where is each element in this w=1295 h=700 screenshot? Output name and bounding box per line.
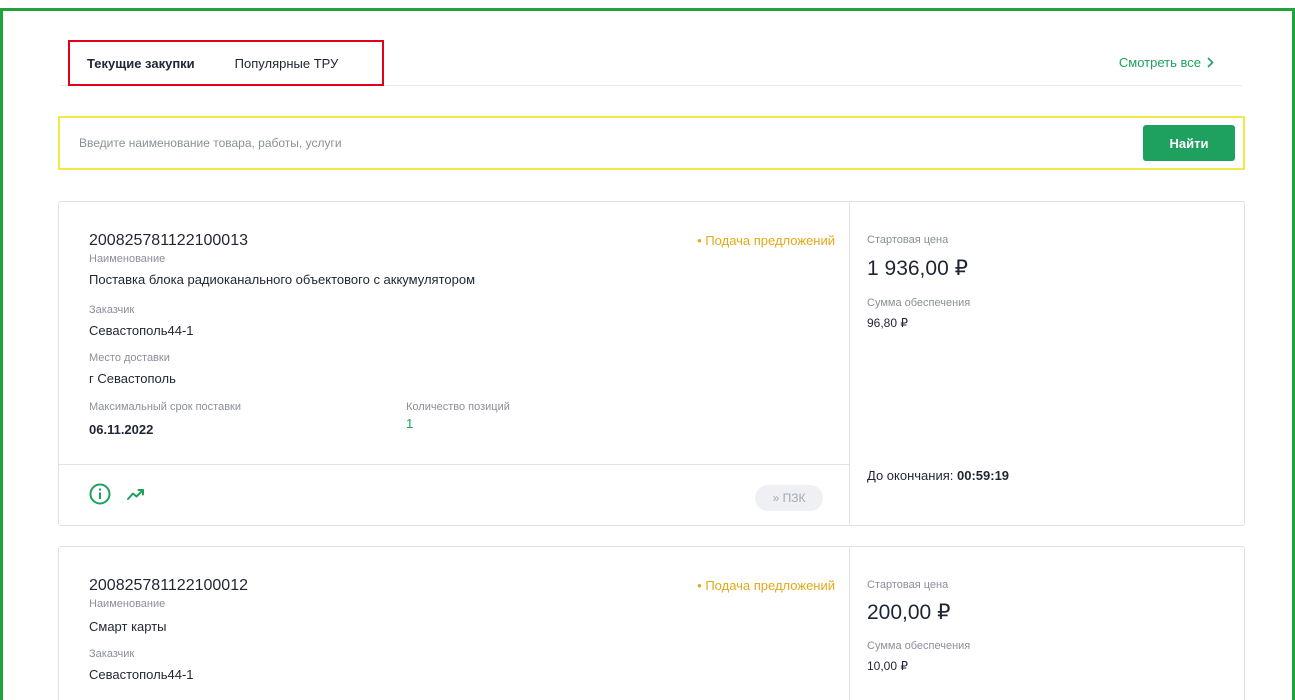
customer-value: Севастополь44-1 bbox=[89, 323, 194, 338]
customer-value: Севастополь44-1 bbox=[89, 667, 194, 682]
purchase-card[interactable]: 200825781122100013 • Подача предложений … bbox=[58, 201, 1245, 526]
start-price-value: 200,00 ₽ bbox=[867, 601, 951, 624]
start-price-value: 1 936,00 ₽ bbox=[867, 257, 968, 280]
card-price-panel: Стартовая цена 1 936,00 ₽ Сумма обеспече… bbox=[850, 202, 1244, 525]
tabs-group: Текущие закупки Популярные ТРУ bbox=[68, 40, 384, 86]
tabs-row: Текущие закупки Популярные ТРУ Смотреть … bbox=[60, 40, 1242, 86]
card-footer: » ПЗК bbox=[59, 464, 850, 525]
see-all-link[interactable]: Смотреть все bbox=[1119, 55, 1214, 70]
purchase-card[interactable]: 200825781122100012 • Подача предложений … bbox=[58, 546, 1245, 700]
info-circle-icon[interactable] bbox=[89, 483, 111, 505]
deadline-label: Максимальный срок поставки bbox=[89, 401, 242, 413]
pzk-button[interactable]: » ПЗК bbox=[755, 485, 823, 511]
card-details: 200825781122100012 • Подача предложений … bbox=[59, 547, 850, 700]
delivery-value: г Севастополь bbox=[89, 371, 176, 386]
delivery-label: Место доставки bbox=[89, 352, 170, 364]
positions-value: 1 bbox=[406, 416, 414, 431]
time-remaining: До окончания: 00:59:19 bbox=[867, 468, 1009, 483]
time-remaining-value: 00:59:19 bbox=[957, 468, 1010, 483]
security-label: Сумма обеспечения bbox=[867, 640, 971, 652]
customer-label: Заказчик bbox=[89, 304, 135, 316]
status-badge: • Подача предложений bbox=[697, 233, 835, 248]
time-remaining-label: До окончания: bbox=[867, 468, 954, 483]
card-price-panel: Стартовая цена 200,00 ₽ Сумма обеспечени… bbox=[850, 547, 1244, 700]
search-button[interactable]: Найти bbox=[1143, 125, 1235, 161]
purchase-name[interactable]: Смарт карты bbox=[89, 619, 167, 634]
search-bar: Найти bbox=[58, 116, 1245, 170]
security-value: 10,00 ₽ bbox=[867, 659, 908, 673]
tab-current-purchases[interactable]: Текущие закупки bbox=[87, 56, 195, 71]
name-label: Наименование bbox=[89, 253, 166, 265]
trending-up-icon[interactable] bbox=[126, 485, 146, 503]
positions-label: Количество позиций bbox=[406, 401, 510, 413]
deadline-value: 06.11.2022 bbox=[89, 422, 154, 437]
start-price-label: Стартовая цена bbox=[867, 579, 949, 591]
customer-label: Заказчик bbox=[89, 648, 135, 660]
purchase-number[interactable]: 200825781122100012 bbox=[89, 577, 248, 595]
security-value: 96,80 ₽ bbox=[867, 316, 908, 330]
see-all-label: Смотреть все bbox=[1118, 55, 1201, 70]
start-price-label: Стартовая цена bbox=[867, 234, 949, 246]
purchase-name[interactable]: Поставка блока радиоканального объектово… bbox=[89, 272, 475, 287]
search-input[interactable] bbox=[60, 118, 1130, 168]
tab-popular-tru[interactable]: Популярные ТРУ bbox=[235, 56, 339, 71]
card-details: 200825781122100013 • Подача предложений … bbox=[59, 202, 850, 525]
purchase-number[interactable]: 200825781122100013 bbox=[89, 232, 248, 250]
chevron-right-icon bbox=[1207, 57, 1214, 68]
security-label: Сумма обеспечения bbox=[867, 297, 971, 309]
status-badge: • Подача предложений bbox=[697, 578, 835, 593]
name-label: Наименование bbox=[89, 598, 166, 610]
